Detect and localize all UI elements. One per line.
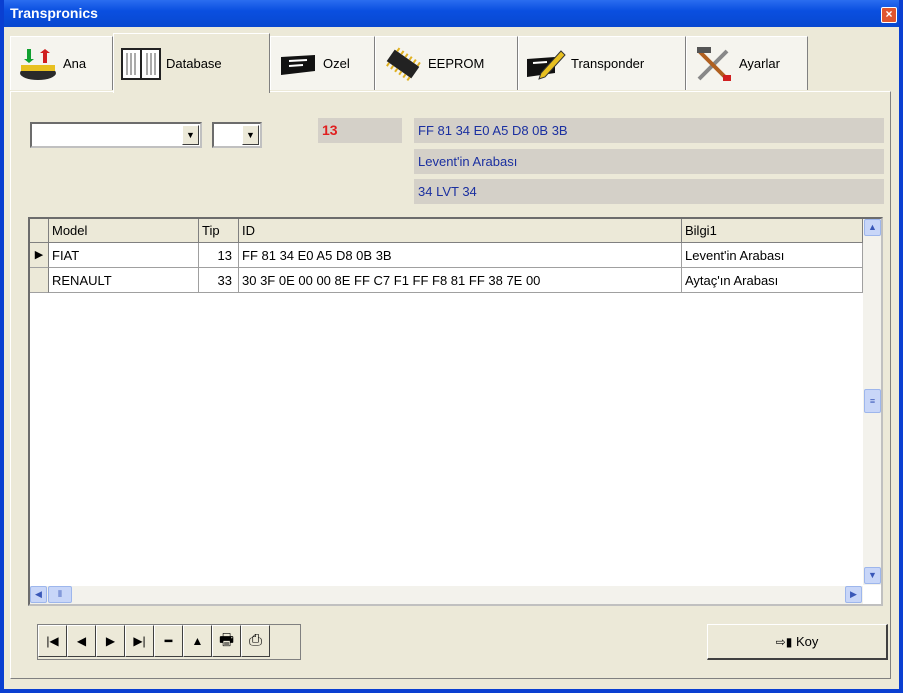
koy-label: Koy [795,634,819,649]
window-title: Transpronics [10,5,98,21]
card-icon [281,54,315,75]
tab-eeprom[interactable]: EEPROM [375,36,518,90]
tab-ayarlar[interactable]: Ayarlar [686,36,808,90]
tab-transponder[interactable]: Transponder [518,36,686,90]
tip-field: 13 [318,118,402,143]
table-cell[interactable]: 33 [199,268,239,293]
table-cell[interactable]: Levent'in Arabası [682,243,863,268]
scroll-right-icon[interactable]: ▶ [845,586,862,603]
last-record-icon[interactable]: ▶| [125,625,154,657]
row-indicator-icon: ▶ [30,243,49,268]
scroll-up-icon[interactable]: ▲ [864,219,881,236]
insert-icon: ⇨▮ [775,635,793,649]
close-button[interactable]: × [881,7,897,23]
column-header-tip[interactable]: Tip [199,219,239,243]
print-all-icon[interactable]: ⎙ [241,625,270,657]
scroll-down-icon[interactable]: ▼ [864,567,881,584]
table-cell[interactable]: FIAT [49,243,199,268]
tab-ozel-label: Ozel [323,56,350,71]
next-record-icon[interactable]: ▶ [96,625,125,657]
tab-ayarlar-label: Ayarlar [739,56,780,71]
table-cell[interactable]: 13 [199,243,239,268]
delete-record-icon[interactable]: ━ [154,625,183,657]
table-cell[interactable]: 30 3F 0E 00 00 8E FF C7 F1 FF F8 81 FF 3… [239,268,682,293]
tab-database[interactable]: Database [113,33,270,93]
post-record-icon[interactable]: ▲ [183,625,212,657]
title-bar[interactable]: Transpronics × [4,0,899,27]
model-combo[interactable]: ▼ [30,122,202,148]
tab-transponder-label: Transponder [571,56,645,71]
data-grid[interactable]: Model Tip ID Bilgi1 ▶ FIAT 13 FF 81 34 E… [28,217,883,606]
book-icon [121,47,161,80]
tip-value: 13 [322,122,338,138]
vertical-scrollbar[interactable]: ▲ ≡ ▼ [863,219,881,585]
column-header-model[interactable]: Model [49,219,199,243]
bilgi2-field: 34 LVT 34 [414,179,884,204]
transfer-icon [20,48,56,80]
column-header-bilgi1[interactable]: Bilgi1 [682,219,863,243]
tab-ana-label: Ana [63,56,87,71]
table-cell[interactable]: RENAULT [49,268,199,293]
pencil-card-icon [527,49,566,80]
koy-button[interactable]: ⇨▮ Koy [707,624,888,660]
column-header-id[interactable]: ID [239,219,682,243]
tab-ozel[interactable]: Ozel [270,36,375,90]
first-record-icon[interactable]: |◀ [38,625,67,657]
chip-icon [386,47,421,81]
chevron-down-icon[interactable]: ▼ [182,125,199,145]
row-indicator [30,268,49,293]
table-cell[interactable]: FF 81 34 E0 A5 D8 0B 3B [239,243,682,268]
scroll-left-icon[interactable]: ◀ [30,586,47,603]
header-indicator [30,219,49,243]
print-icon[interactable]: 🖶 [212,625,241,657]
tools-icon [697,46,731,81]
chevron-down-icon[interactable]: ▼ [242,125,259,145]
bilgi1-field: Levent'in Arabası [414,149,884,174]
table-cell[interactable]: Aytaç'ın Arabası [682,268,863,293]
id-field: FF 81 34 E0 A5 D8 0B 3B [414,118,884,143]
scroll-thumb-horizontal[interactable]: ⦀ [48,586,72,603]
tip-combo[interactable]: ▼ [212,122,262,148]
prior-record-icon[interactable]: ◀ [67,625,96,657]
tab-eeprom-label: EEPROM [428,56,485,71]
main-window: Transpronics × Ana Database Ozel EEPROM … [0,0,903,693]
horizontal-scrollbar[interactable]: ◀ ⦀ ▶ [30,586,863,604]
db-navigator: |◀ ◀ ▶ ▶| ━ ▲ 🖶 ⎙ [37,624,301,660]
scroll-thumb[interactable]: ≡ [864,389,881,413]
tab-ana[interactable]: Ana [10,36,113,90]
tab-database-label: Database [166,56,222,71]
